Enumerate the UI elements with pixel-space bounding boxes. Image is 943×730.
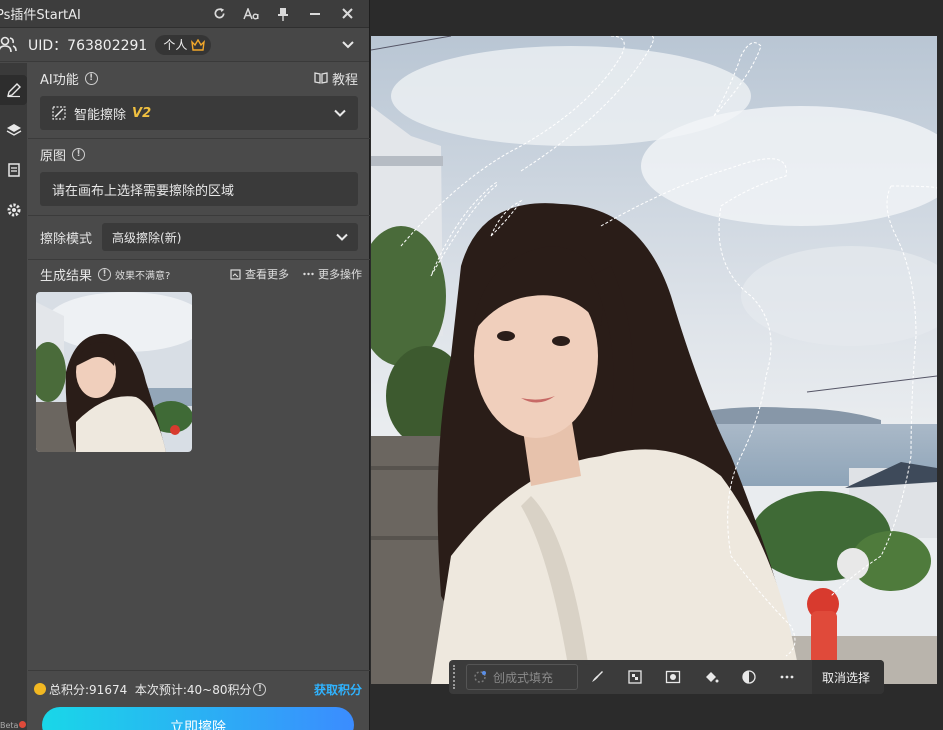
user-group-icon: [0, 36, 18, 54]
tutorial-link[interactable]: 教程: [314, 69, 358, 88]
mask-tool-button[interactable]: [654, 660, 692, 694]
ai-function-value: 智能擦除: [74, 107, 127, 123]
contextual-task-bar: 创成式填充 取消选择: [449, 660, 884, 694]
panel-footer: 总积分:91674 本次预计:40~80积分 ! 获取积分 立即擦除: [28, 670, 370, 730]
tutorial-label: 教程: [331, 72, 358, 88]
brush-tool-button[interactable]: [578, 660, 616, 694]
cancel-selection-button[interactable]: 取消选择: [811, 660, 884, 694]
paint-bucket-icon: [706, 672, 719, 683]
coin-icon: [34, 683, 46, 695]
chevron-down-icon: [334, 109, 346, 117]
minimize-button[interactable]: [299, 0, 331, 28]
refresh-icon: [214, 7, 225, 19]
more-icon: [303, 272, 314, 276]
notification-dot: [19, 721, 27, 728]
sidebar-item-layers[interactable]: [0, 115, 27, 145]
erase-mode-select[interactable]: 高级擦除(新): [102, 223, 359, 251]
font-size-icon: [243, 7, 259, 19]
points-summary: 总积分:91674 本次预计:40~80积分: [49, 682, 252, 697]
pin-icon: [278, 7, 288, 21]
app-root: 创成式填充 取消选择 Ps插件StartAI UID：763802291 个人 …: [0, 0, 943, 730]
info-icon[interactable]: !: [84, 71, 98, 85]
version-tag: V2: [132, 105, 152, 121]
gallery-icon: [230, 268, 241, 280]
panel-content: AI功能 ! 教程 智能擦除 V2 原图 ! 请在画布上选择需要擦除的区域 擦除…: [28, 63, 370, 730]
erase-mode-label: 擦除模式: [40, 231, 93, 247]
panel-title: Ps插件StartAI: [0, 8, 81, 23]
sidebar-item-document[interactable]: [0, 155, 27, 185]
erase-icon: [52, 106, 66, 120]
results-header: 生成结果 ! 效果不满意? 查看更多 更多操作: [28, 260, 370, 288]
close-button[interactable]: [331, 0, 363, 28]
source-image-placeholder: 请在画布上选择需要擦除的区域: [52, 183, 235, 199]
mosaic-icon: [628, 670, 642, 684]
panel-titlebar: Ps插件StartAI: [0, 0, 369, 28]
more-icon: [780, 675, 794, 679]
mask-icon: [665, 670, 681, 684]
generative-fill-label: 创成式填充: [493, 670, 554, 685]
brush-icon: [592, 671, 603, 682]
dissatisfied-link[interactable]: 效果不满意?: [115, 267, 170, 282]
view-more-link[interactable]: 查看更多: [230, 266, 289, 282]
panel-sidebar: Beta: [0, 63, 27, 730]
minimize-icon: [310, 12, 320, 15]
contrast-icon: [742, 670, 756, 684]
sidebar-item-erase[interactable]: [0, 75, 27, 105]
erase-now-button[interactable]: 立即擦除: [42, 707, 354, 730]
crown-icon: [191, 38, 206, 51]
user-id: UID：763802291: [28, 37, 148, 54]
info-icon[interactable]: !: [253, 682, 267, 696]
plan-badge[interactable]: 个人: [155, 34, 212, 55]
sidebar-item-settings[interactable]: [0, 195, 27, 225]
chevron-down-icon[interactable]: [341, 38, 355, 52]
get-points-link[interactable]: 获取积分: [314, 681, 362, 698]
drag-handle[interactable]: [453, 665, 457, 689]
font-size-button[interactable]: [235, 0, 267, 28]
ai-function-select[interactable]: 智能擦除 V2: [40, 96, 358, 130]
book-icon: [314, 72, 328, 84]
more-options-button[interactable]: [768, 660, 806, 694]
beta-tag: Beta: [0, 721, 27, 730]
source-image-field[interactable]: 请在画布上选择需要擦除的区域: [40, 172, 358, 206]
plugin-panel: Ps插件StartAI UID：763802291 个人 Beta AI功能 !…: [0, 0, 370, 730]
canvas-photo: [371, 36, 937, 684]
generative-fill-button[interactable]: 创成式填充: [466, 664, 578, 690]
document-icon: [7, 163, 20, 177]
mosaic-tool-button[interactable]: [616, 660, 654, 694]
plan-badge-label: 个人: [163, 38, 188, 52]
erase-mode-value: 高级擦除(新): [112, 230, 182, 245]
more-actions-link[interactable]: 更多操作: [303, 266, 362, 282]
close-icon: [341, 8, 353, 19]
result-thumbnail[interactable]: [36, 292, 192, 452]
sparkle-icon: [474, 671, 486, 683]
settings-icon: [7, 203, 20, 217]
adjustment-tool-button[interactable]: [730, 660, 768, 694]
erase-mode-section: 擦除模式 高级擦除(新): [28, 216, 370, 260]
ai-function-label: AI功能: [40, 72, 79, 88]
ai-function-section: AI功能 ! 教程 智能擦除 V2: [28, 63, 370, 139]
source-image-label: 原图: [40, 148, 67, 164]
layers-icon: [6, 124, 21, 136]
result-image: [36, 292, 192, 452]
results-label: 生成结果: [40, 268, 93, 284]
info-icon[interactable]: !: [72, 147, 86, 161]
refresh-button[interactable]: [203, 0, 235, 28]
info-icon[interactable]: !: [98, 267, 112, 281]
source-image-section: 原图 ! 请在画布上选择需要擦除的区域: [28, 139, 370, 216]
pin-button[interactable]: [267, 0, 299, 28]
document-canvas[interactable]: [371, 36, 937, 684]
fill-tool-button[interactable]: [692, 660, 730, 694]
user-bar[interactable]: UID：763802291 个人: [0, 28, 369, 62]
chevron-down-icon: [336, 233, 348, 241]
brush-icon: [6, 83, 21, 98]
